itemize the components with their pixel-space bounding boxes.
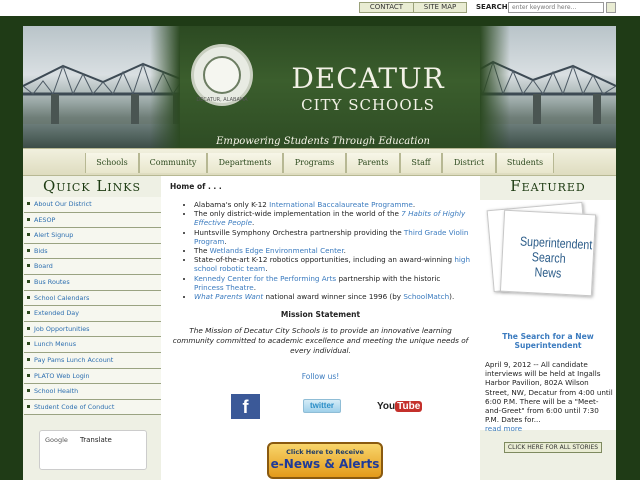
home-heading: Home of . . . <box>170 182 222 191</box>
youtube-you-text: You <box>377 401 396 412</box>
youtube-icon[interactable]: You Tube <box>377 398 423 415</box>
google-logo: Google <box>45 436 68 444</box>
seal-text: DECATUR, ALABAMA <box>196 97 248 103</box>
highlight-item: Kennedy Center for the Performing Arts p… <box>194 274 472 292</box>
all-stories-button[interactable]: CLICK HERE FOR ALL STORIES <box>504 442 602 453</box>
read-more-link[interactable]: read more <box>485 424 613 433</box>
sitemap-button[interactable]: SITE MAP <box>413 2 467 13</box>
seal-emblem <box>203 56 241 94</box>
youtube-tube-text: Tube <box>395 401 423 412</box>
quick-link-plato-web-login[interactable]: PLATO Web Login <box>24 368 161 385</box>
schoolmatch-link[interactable]: SchoolMatch <box>403 292 449 301</box>
featured-body: April 9, 2012 -- All candidate interview… <box>485 360 613 434</box>
nav-item-parents[interactable]: Parents <box>346 153 400 173</box>
mission-text: The Mission of Decatur City Schools is t… <box>172 326 469 355</box>
wetlands-center-link[interactable]: Wetlands Edge Environmental Center <box>210 246 344 255</box>
quick-link-student-code-of-conduct[interactable]: Student Code of Conduct <box>24 399 161 416</box>
what-parents-want-link[interactable]: What Parents Want <box>194 292 263 301</box>
page-frame: DECATUR, ALABAMA DECATUR CITY SCHOOLS Em… <box>0 16 640 480</box>
quick-link-school-health[interactable]: School Health <box>24 384 161 400</box>
enews-title: e-News & Alerts <box>270 457 380 471</box>
highlight-text: partnership with the historic <box>336 273 441 283</box>
quick-link-about-our-district[interactable]: About Our District <box>24 197 161 213</box>
highlight-text: . <box>252 218 255 228</box>
highlight-item: The only district-wide implementation in… <box>194 209 472 227</box>
nav-item-district[interactable]: District <box>442 153 496 173</box>
quick-link-job-opportunities[interactable]: Job Opportunities <box>24 321 161 338</box>
highlight-text: national award winner since 1996 (by <box>263 292 404 302</box>
nav-item-staff[interactable]: Staff <box>400 153 442 173</box>
highlight-text: . <box>253 282 256 292</box>
highlight-text: . <box>224 236 227 246</box>
featured-title: Featured <box>510 177 586 195</box>
featured-story: Superintendent Search News The Search for… <box>480 200 616 433</box>
highlight-item: What Parents Want national award winner … <box>194 292 472 301</box>
featured-headline-link[interactable]: The Search for a New Superintendent <box>480 332 616 350</box>
princess-theatre-link[interactable]: Princess Theatre <box>194 283 254 292</box>
featured-sidebar: Featured Superintendent Search News The S… <box>480 176 616 480</box>
quick-link-alert-signup[interactable]: Alert Signup <box>24 228 161 244</box>
highlight-item: Huntsville Symphony Orchestra partnershi… <box>194 228 472 246</box>
quick-link-school-calendars[interactable]: School Calendars <box>24 290 161 307</box>
nav-item-programs[interactable]: Programs <box>283 153 346 173</box>
contact-button[interactable]: CONTACT <box>359 2 414 13</box>
follow-us-link[interactable]: Follow us! <box>166 372 475 381</box>
search-submit-button[interactable] <box>606 2 616 13</box>
site-subtitle: CITY SCHOOLS <box>301 96 435 114</box>
site-title: DECATUR <box>291 62 445 95</box>
quick-links-title: Quick Links <box>43 177 141 195</box>
highlight-item: The Wetlands Edge Environmental Center. <box>194 246 472 255</box>
search-label: SEARCH <box>476 3 508 11</box>
quick-link-lunch-menus[interactable]: Lunch Menus <box>24 337 161 353</box>
highlight-text: State-of-the-art K-12 robotics opportuni… <box>194 255 455 265</box>
kennedy-center-link[interactable]: Kennedy Center for the Performing Arts <box>194 274 336 283</box>
quick-link-bids[interactable]: Bids <box>24 243 161 260</box>
featured-body-text: April 9, 2012 -- All candidate interview… <box>485 360 613 425</box>
translate-label[interactable]: Translate <box>80 436 112 444</box>
main-content: Home of . . . Alabama's only K-12 Intern… <box>166 176 475 480</box>
enews-alerts-button[interactable]: Click Here to Receive e-News & Alerts <box>267 442 383 479</box>
main-nav: Schools Community Departments Programs P… <box>23 148 616 176</box>
quick-link-bus-routes[interactable]: Bus Routes <box>24 274 161 291</box>
highlight-text: The only district-wide implementation in… <box>194 209 402 219</box>
highlight-text: ). <box>449 292 455 302</box>
highlight-text: . <box>265 264 268 274</box>
search-input[interactable]: enter keyword here... <box>508 2 604 13</box>
utility-bar: CONTACT SITE MAP SEARCH enter keyword he… <box>0 0 640 16</box>
highlight-text: . <box>412 200 416 209</box>
twitter-icon[interactable]: twitter <box>303 399 341 413</box>
page-container: DECATUR, ALABAMA DECATUR CITY SCHOOLS Em… <box>23 26 616 480</box>
quick-link-extended-day[interactable]: Extended Day <box>24 306 161 322</box>
nav-item-departments[interactable]: Departments <box>207 153 283 173</box>
highlight-text: Alabama's only K-12 <box>194 200 270 209</box>
highlights-list: Alabama's only K-12 International Baccal… <box>186 200 472 301</box>
highlight-text: The <box>194 246 210 256</box>
highlight-text: . <box>343 246 346 256</box>
district-seal-logo: DECATUR, ALABAMA <box>191 44 253 106</box>
image-caption-line-2: Search News <box>531 249 567 281</box>
image-caption: Superintendent Search News <box>518 234 593 282</box>
highlight-item: State-of-the-art K-12 robotics opportuni… <box>194 255 472 273</box>
site-tagline: Empowering Students Through Education <box>216 136 430 147</box>
quick-link-pay-pams[interactable]: Pay Pams Lunch Account <box>24 352 161 369</box>
highlight-text: Huntsville Symphony Orchestra partnershi… <box>194 227 404 237</box>
superintendent-search-image[interactable]: Superintendent Search News <box>499 209 597 297</box>
nav-item-community[interactable]: Community <box>139 153 207 173</box>
nav-item-students[interactable]: Students <box>496 153 554 173</box>
header-banner: DECATUR, ALABAMA DECATUR CITY SCHOOLS Em… <box>23 26 616 148</box>
google-translate-widget[interactable]: Google Translate <box>39 430 147 470</box>
enews-subtitle: Click Here to Receive <box>286 448 364 456</box>
mission-heading: Mission Statement <box>280 310 361 319</box>
nav-item-schools[interactable]: Schools <box>85 153 139 173</box>
quick-link-board[interactable]: Board <box>24 259 161 275</box>
facebook-icon[interactable]: f <box>231 394 260 419</box>
quick-links-list: About Our District AESOP Alert Signup Bi… <box>24 197 161 416</box>
quick-link-aesop[interactable]: AESOP <box>24 212 161 229</box>
quick-links-sidebar: Quick Links About Our District AESOP Ale… <box>23 176 161 480</box>
ib-programme-link[interactable]: International Baccalaureate Programme <box>269 200 413 209</box>
highlight-item: Alabama's only K-12 International Baccal… <box>194 200 472 209</box>
